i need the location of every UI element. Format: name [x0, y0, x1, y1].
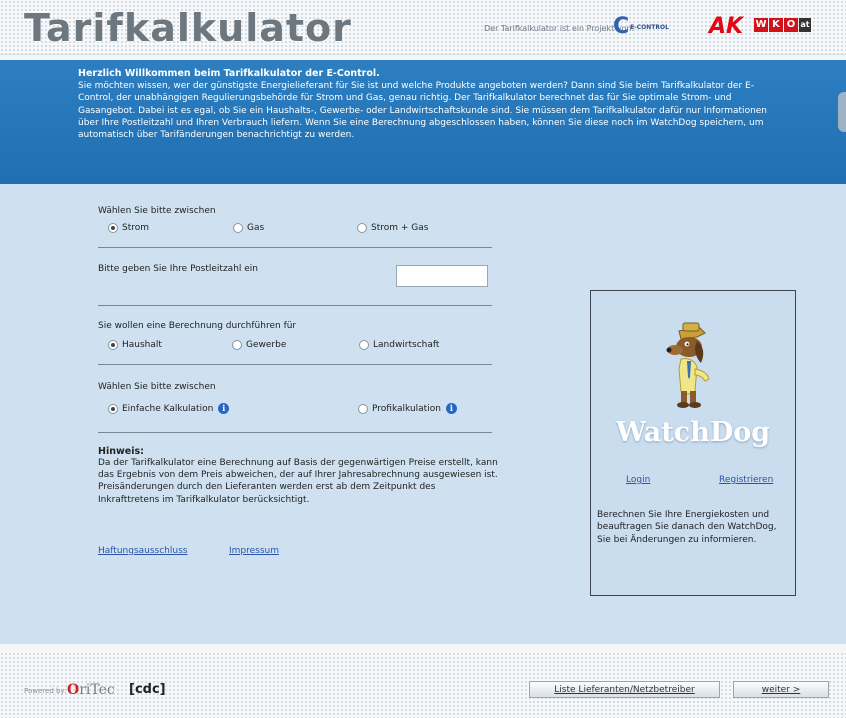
radio-strom-gas[interactable]: Strom + Gas — [357, 223, 428, 233]
radio-gewerbe[interactable]: Gewerbe — [232, 340, 286, 350]
radio-dot[interactable] — [359, 340, 369, 350]
side-tab[interactable] — [838, 92, 846, 132]
header: Tarifkalkulator Der Tarifkalkulator ist … — [0, 0, 846, 55]
radio-einfache-kalkulation[interactable]: Einfache Kalkulation i — [108, 403, 230, 414]
main-content: Wählen Sie bitte zwischen Strom Gas Stro… — [0, 184, 846, 644]
divider — [98, 364, 492, 365]
watchdog-mascot-icon — [666, 322, 710, 408]
radio-profikalkulation[interactable]: Profikalkulation i — [358, 403, 457, 414]
watchdog-register-link[interactable]: Registrieren — [719, 475, 773, 485]
radio-landwirtschaft[interactable]: Landwirtschaft — [359, 340, 439, 350]
ak-logo[interactable]: AK — [709, 14, 743, 39]
project-note: Der Tarifkalkulator ist ein Projekt von: — [484, 24, 635, 33]
econtrol-logo[interactable]: C E-CONTROL — [613, 16, 669, 38]
radio-dot[interactable] — [233, 223, 243, 233]
cdc-logo[interactable]: [cdc] — [129, 682, 166, 697]
calc-type-label: Wählen Sie bitte zwischen — [98, 382, 216, 392]
radio-label: Strom + Gas — [371, 223, 429, 233]
postal-code-input[interactable] — [396, 265, 488, 287]
divider — [98, 247, 492, 248]
info-icon[interactable]: i — [445, 403, 457, 414]
welcome-title: Herzlich Willkommen beim Tarifkalkulator… — [78, 68, 380, 79]
divider — [98, 305, 492, 306]
liste-lieferanten-button[interactable]: Liste Lieferanten/Netzbetreiber — [529, 681, 720, 698]
welcome-text: Sie möchten wissen, wer der günstigste E… — [78, 81, 768, 141]
radio-dot[interactable] — [358, 403, 368, 414]
radio-label: Gewerbe — [246, 340, 287, 350]
divider — [98, 432, 492, 433]
radio-label: Strom — [122, 223, 150, 233]
radio-label: Einfache Kalkulation — [122, 403, 214, 414]
radio-label: Landwirtschaft — [373, 340, 440, 350]
radio-label: Profikalkulation — [372, 403, 441, 414]
wko-logo[interactable]: W K O at — [754, 18, 811, 32]
radio-label: Haushalt — [122, 340, 162, 350]
app-title: Tarifkalkulator — [24, 6, 352, 50]
impressum-link[interactable]: Impressum — [229, 546, 279, 556]
watchdog-login-link[interactable]: Login — [626, 475, 650, 485]
energy-type-label: Wählen Sie bitte zwischen — [98, 206, 216, 216]
button-label: weiter > — [761, 685, 801, 695]
radio-haushalt[interactable]: Haushalt — [108, 340, 162, 350]
powered-by-label: Powered by: — [24, 687, 67, 695]
button-label: Liste Lieferanten/Netzbetreiber — [554, 685, 695, 695]
plz-label: Bitte geben Sie Ihre Postleitzahl ein — [98, 264, 259, 274]
radio-dot[interactable] — [232, 340, 242, 350]
radio-dot[interactable] — [357, 223, 367, 233]
radio-dot-checked[interactable] — [108, 340, 118, 350]
welcome-banner: Herzlich Willkommen beim Tarifkalkulator… — [0, 60, 846, 184]
weiter-button[interactable]: weiter > — [733, 681, 829, 698]
radio-dot-checked[interactable] — [108, 223, 118, 233]
hinweis-text: Da der Tarifkalkulator eine Berechnung a… — [98, 458, 498, 505]
customer-type-label: Sie wollen eine Berechnung durchführen f… — [98, 321, 297, 331]
radio-gas[interactable]: Gas — [233, 223, 264, 233]
watchdog-description: Berechnen Sie Ihre Energiekosten und bea… — [597, 510, 777, 545]
info-icon[interactable]: i — [218, 403, 230, 414]
radio-label: Gas — [247, 223, 265, 233]
haftungsausschluss-link[interactable]: Haftungsausschluss — [98, 546, 187, 556]
watchdog-title: WatchDog — [615, 417, 771, 448]
radio-dot-checked[interactable] — [108, 403, 118, 414]
oritec-logo[interactable]: OriTec — [67, 682, 115, 698]
radio-strom[interactable]: Strom — [108, 223, 149, 233]
hinweis-title: Hinweis: — [98, 446, 144, 457]
watchdog-panel: WatchDog Login Registrieren Berechnen Si… — [590, 290, 796, 596]
